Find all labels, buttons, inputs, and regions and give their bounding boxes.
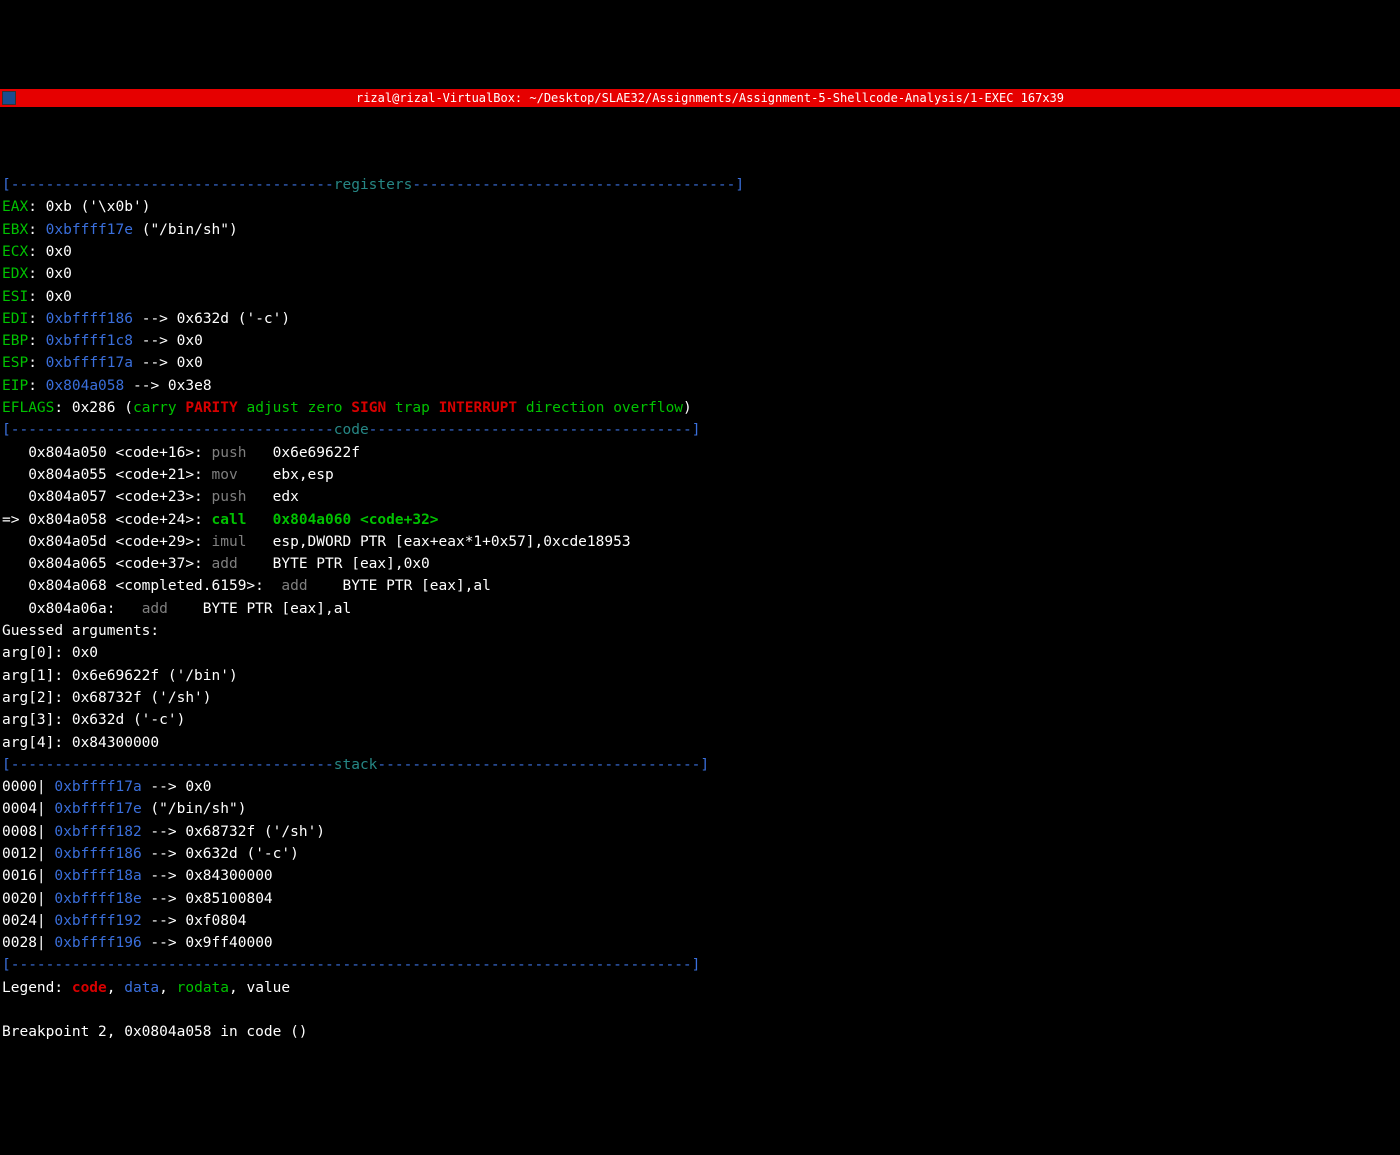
section-divider-registers: [-------------------------------------re… xyxy=(2,177,744,193)
stack-line: 0000| 0xbffff17a --> 0x0 xyxy=(2,779,212,795)
reg-edi: EDI: 0xbffff186 --> 0x632d ('-c') xyxy=(2,311,290,327)
reg-eax: EAX: 0xb ('\x0b') xyxy=(2,199,150,215)
arg-line: arg[0]: 0x0 xyxy=(2,645,98,661)
code-line: 0x804a055 <code+21>: mov ebx,esp xyxy=(2,467,334,483)
blank-line xyxy=(2,1002,11,1018)
reg-eflags: EFLAGS: 0x286 (carry PARITY adjust zero … xyxy=(2,400,692,416)
arg-line: arg[2]: 0x68732f ('/sh') xyxy=(2,690,212,706)
breakpoint-msg: Breakpoint 2, 0x0804a058 in code () xyxy=(2,1024,308,1040)
code-line: 0x804a065 <code+37>: add BYTE PTR [eax],… xyxy=(2,556,430,572)
section-divider-end: [---------------------------------------… xyxy=(2,957,700,973)
stack-line: 0028| 0xbffff196 --> 0x9ff40000 xyxy=(2,935,273,951)
stack-line: 0008| 0xbffff182 --> 0x68732f ('/sh') xyxy=(2,824,325,840)
code-line-current: => 0x804a058 <code+24>: call 0x804a060 <… xyxy=(2,512,439,528)
reg-ebp: EBP: 0xbffff1c8 --> 0x0 xyxy=(2,333,203,349)
arg-line: arg[3]: 0x632d ('-c') xyxy=(2,712,185,728)
stack-line: 0012| 0xbffff186 --> 0x632d ('-c') xyxy=(2,846,299,862)
guessed-args-title: Guessed arguments: xyxy=(2,623,159,639)
section-divider-stack: [-------------------------------------st… xyxy=(2,757,709,773)
stack-line: 0024| 0xbffff192 --> 0xf0804 xyxy=(2,913,246,929)
reg-esp: ESP: 0xbffff17a --> 0x0 xyxy=(2,355,203,371)
section-divider-code: [-------------------------------------co… xyxy=(2,422,700,438)
window-icon xyxy=(2,91,16,105)
window-title: rizal@rizal-VirtualBox: ~/Desktop/SLAE32… xyxy=(22,89,1398,107)
reg-esi: ESI: 0x0 xyxy=(2,289,72,305)
reg-eip: EIP: 0x804a058 --> 0x3e8 xyxy=(2,378,212,394)
reg-ecx: ECX: 0x0 xyxy=(2,244,72,260)
terminal-output: [-------------------------------------re… xyxy=(0,152,1400,1044)
code-line: 0x804a050 <code+16>: push 0x6e69622f xyxy=(2,445,360,461)
reg-edx: EDX: 0x0 xyxy=(2,266,72,282)
titlebar: rizal@rizal-VirtualBox: ~/Desktop/SLAE32… xyxy=(0,89,1400,107)
code-line: 0x804a057 <code+23>: push edx xyxy=(2,489,299,505)
arg-line: arg[4]: 0x84300000 xyxy=(2,735,159,751)
stack-line: 0004| 0xbffff17e ("/bin/sh") xyxy=(2,801,246,817)
code-line: 0x804a06a: add BYTE PTR [eax],al xyxy=(2,601,351,617)
code-line: 0x804a05d <code+29>: imul esp,DWORD PTR … xyxy=(2,534,631,550)
stack-line: 0016| 0xbffff18a --> 0x84300000 xyxy=(2,868,273,884)
stack-line: 0020| 0xbffff18e --> 0x85100804 xyxy=(2,891,273,907)
code-line: 0x804a068 <completed.6159>: add BYTE PTR… xyxy=(2,578,491,594)
reg-ebx: EBX: 0xbffff17e ("/bin/sh") xyxy=(2,222,238,238)
arg-line: arg[1]: 0x6e69622f ('/bin') xyxy=(2,668,238,684)
legend: Legend: code, data, rodata, value xyxy=(2,980,290,996)
